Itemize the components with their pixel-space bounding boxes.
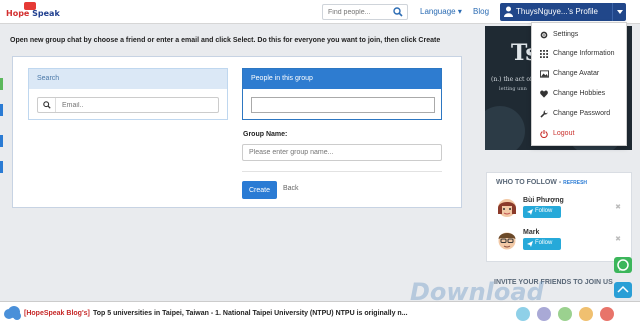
menu-item-change-avatar[interactable]: Change Avatar <box>540 68 624 82</box>
group-name-input[interactable] <box>242 144 442 161</box>
follow-suggestion: Mark Follow ✖ <box>495 227 623 257</box>
chat-icon <box>617 259 629 271</box>
profile-caret[interactable] <box>612 3 626 21</box>
search-card: Search <box>28 68 228 120</box>
send-icon <box>527 241 533 247</box>
user-icon <box>504 6 513 17</box>
menu-item-settings[interactable]: Settings <box>540 29 624 43</box>
color-dot[interactable] <box>558 307 572 321</box>
ticker-text[interactable]: Top 5 universities in Taipei, Taiwan - 1… <box>93 310 408 317</box>
follow-button[interactable]: Follow <box>523 238 561 250</box>
who-to-follow-card: WHO TO FOLLOW - REFRESH Bùi Phượng Follo… <box>486 172 632 262</box>
color-dot[interactable] <box>579 307 593 321</box>
dismiss-icon[interactable]: ✖ <box>615 203 621 211</box>
ticker-tag[interactable]: [HopeSpeak Blog's] <box>24 310 90 317</box>
search-card-title: Search <box>29 69 227 89</box>
left-edge-tab[interactable] <box>0 104 3 116</box>
top-navbar: Hope Speak Language ▾ Blog ThuysNguye...… <box>0 0 640 24</box>
follow-name[interactable]: Mark <box>523 229 539 236</box>
blog-link[interactable]: Blog <box>473 7 489 16</box>
color-dot[interactable] <box>537 307 551 321</box>
menu-item-change-password[interactable]: Change Password <box>540 108 624 122</box>
caret-down-icon: ▾ <box>457 7 462 16</box>
language-dropdown[interactable]: Language ▾ <box>420 7 462 16</box>
form-divider <box>242 171 442 172</box>
menu-item-logout[interactable]: Logout <box>540 128 624 142</box>
share-float-button[interactable] <box>614 282 632 298</box>
instruction-text: Open new group chat by choose a friend o… <box>10 37 441 44</box>
avatar[interactable] <box>497 230 517 252</box>
language-label: Language <box>420 7 456 16</box>
menu-item-change-information[interactable]: Change Information <box>540 48 624 62</box>
avatar[interactable] <box>497 198 517 220</box>
blog-ticker-bar: [HopeSpeak Blog's] Top 5 universities in… <box>0 301 640 325</box>
gear-icon <box>540 31 548 39</box>
logo-text-top: Hope <box>6 9 30 18</box>
people-in-group-card: People in this group <box>242 68 442 120</box>
follow-name[interactable]: Bùi Phượng <box>523 197 564 204</box>
grid-icon <box>540 50 548 58</box>
menu-item-change-hobbies[interactable]: Change Hobbies <box>540 88 624 102</box>
hopespeak-logo[interactable]: Hope Speak <box>6 2 60 22</box>
profile-button[interactable]: ThuysNguye...'s Profile <box>500 3 626 21</box>
heart-icon <box>540 90 548 98</box>
color-dot[interactable] <box>600 307 614 321</box>
group-name-label: Group Name: <box>243 131 288 138</box>
profile-label: ThuysNguye...'s Profile <box>516 7 599 16</box>
caret-down-icon <box>617 10 623 14</box>
chat-float-button[interactable] <box>614 257 632 273</box>
follow-button[interactable]: Follow <box>523 206 561 218</box>
left-edge-tab[interactable] <box>0 161 3 173</box>
color-dot[interactable] <box>516 307 530 321</box>
find-people-input[interactable] <box>323 5 391 19</box>
wrench-icon <box>540 110 548 118</box>
banner-line-2: letting unn <box>499 86 527 92</box>
search-icon <box>43 101 51 109</box>
cloud-icon <box>4 306 21 320</box>
email-search-field <box>37 97 219 113</box>
search-icon[interactable] <box>393 7 403 17</box>
share-icon <box>617 285 629 293</box>
picture-icon <box>540 70 549 78</box>
refresh-link[interactable]: REFRESH <box>563 180 587 186</box>
who-to-follow-title: WHO TO FOLLOW <box>496 179 557 186</box>
logo-text-bottom: Speak <box>32 9 60 18</box>
back-link[interactable]: Back <box>283 185 299 192</box>
find-people-box <box>322 4 408 20</box>
people-card-title: People in this group <box>243 69 441 89</box>
left-edge-tab[interactable] <box>0 78 3 90</box>
group-members-box[interactable] <box>251 97 435 113</box>
email-input[interactable] <box>62 100 212 110</box>
send-icon <box>527 209 533 215</box>
follow-suggestion: Bùi Phượng Follow ✖ <box>495 195 623 225</box>
create-button[interactable]: Create <box>242 181 277 199</box>
left-edge-tab[interactable] <box>0 135 3 147</box>
profile-dropdown-menu: Settings Change Information Change Avata… <box>531 22 627 146</box>
dismiss-icon[interactable]: ✖ <box>615 235 621 243</box>
power-icon <box>540 130 548 138</box>
